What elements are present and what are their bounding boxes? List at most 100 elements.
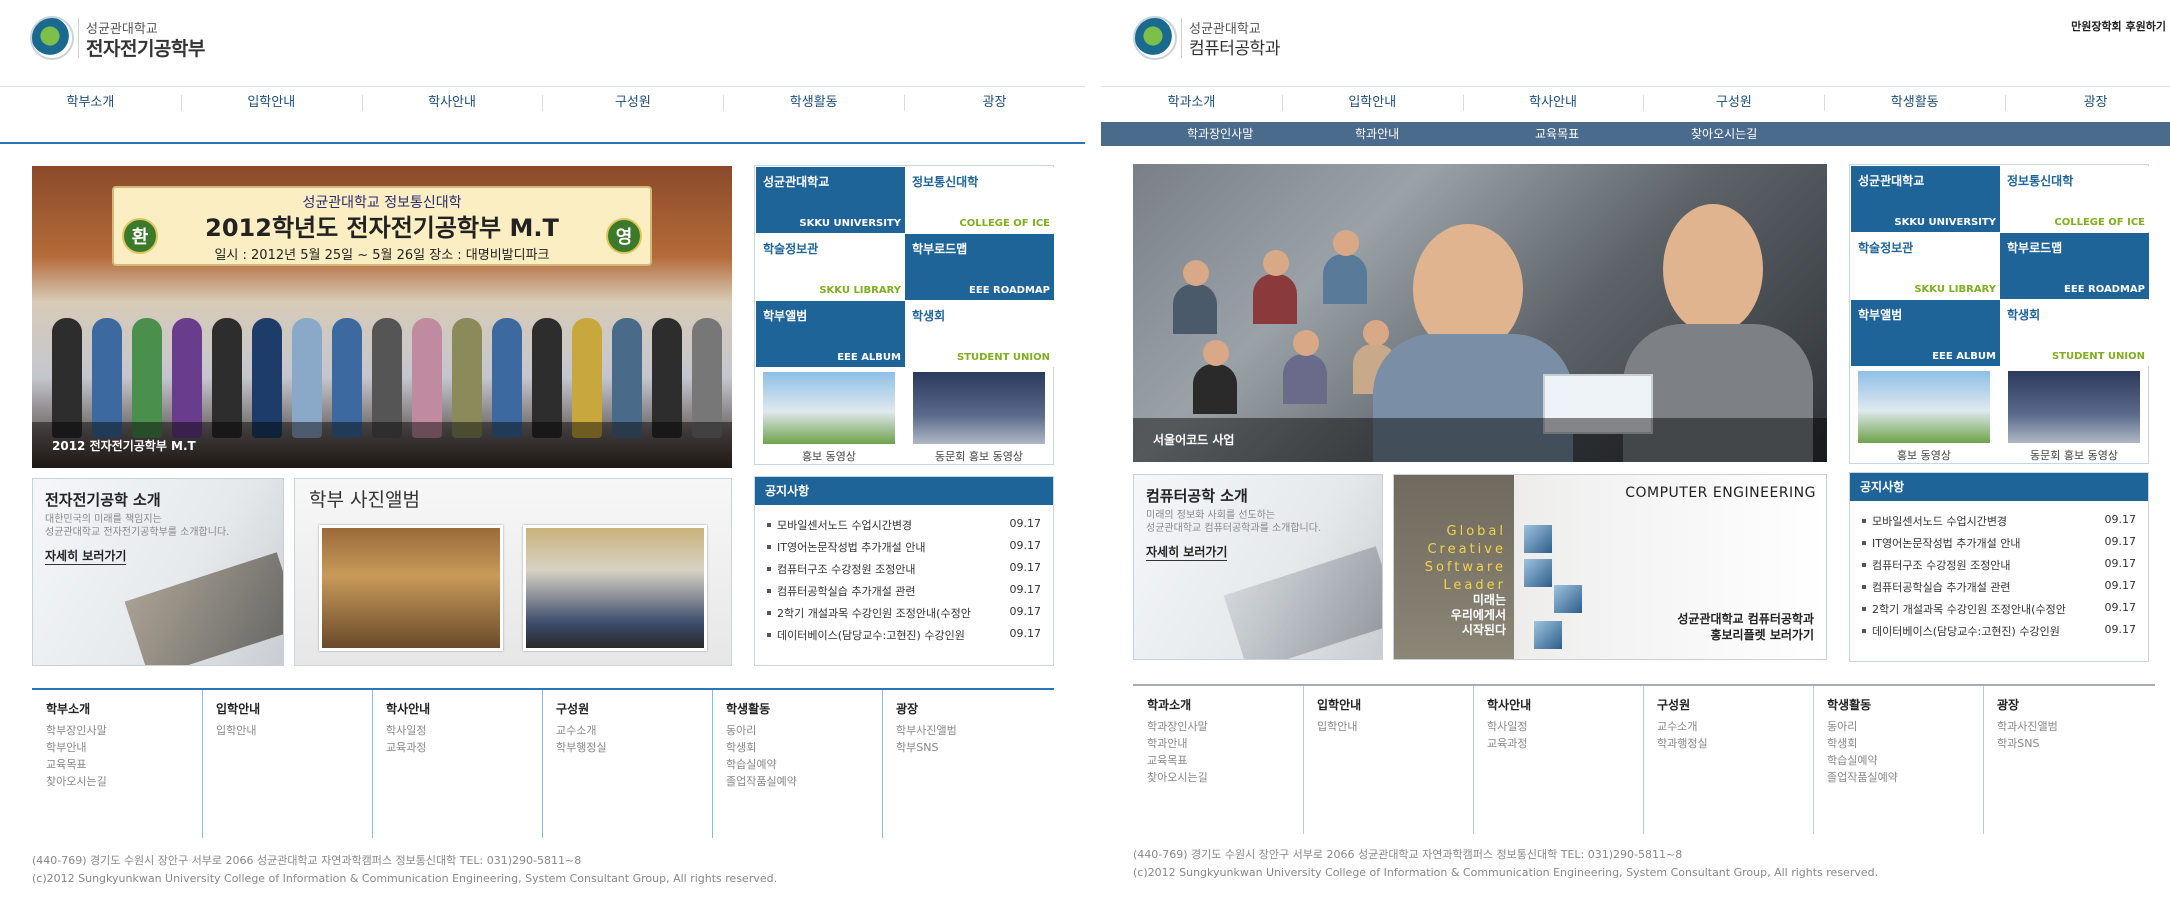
subnav-item-goals[interactable]: 교육목표 — [1535, 122, 1579, 146]
intro-more-link[interactable]: 자세히 보러가기 — [1146, 543, 1228, 561]
notice-row[interactable]: 2학기 개설과목 수강인원 조정안내(수정안 09.17 — [1862, 601, 2140, 623]
footer-link[interactable]: 학부사진앨범 — [896, 722, 957, 738]
footer-col-title[interactable]: 학생활동 — [1827, 696, 1871, 713]
gnb-item-admission[interactable]: 입학안내 — [180, 87, 362, 118]
notice-text[interactable]: 2학기 개설과목 수강인원 조정안내(수정안 — [777, 605, 997, 621]
footer-col-title[interactable]: 학사안내 — [1487, 696, 1531, 713]
footer-link[interactable]: 교육과정 — [386, 739, 426, 755]
footer-col-title[interactable]: 입학안내 — [1317, 696, 1361, 713]
footer-link[interactable]: 졸업작품실예약 — [1827, 769, 1898, 785]
gnb-item-plaza[interactable]: 광장 — [904, 87, 1085, 118]
notice-row[interactable]: 모바일센서노드 수업시간변경 09.17 — [1862, 513, 2140, 535]
footer-col-title[interactable]: 학과소개 — [1147, 696, 1191, 713]
quick-link-library[interactable]: 학술정보관 SKKU LIBRARY — [1851, 233, 2000, 299]
notice-row[interactable]: 데이터베이스(담당교수:고현진) 수강인원 09.17 — [1862, 623, 2140, 645]
promo-video-label[interactable]: 홍보 동영상 — [1858, 447, 1990, 463]
quick-link-roadmap[interactable]: 학부로드맵 EEE ROADMAP — [2000, 233, 2149, 299]
notice-title[interactable]: 공지사항 — [1850, 473, 2148, 501]
department-name[interactable]: 전자전기공학부 — [86, 34, 205, 61]
footer-col-title[interactable]: 학사안내 — [386, 700, 430, 717]
gnb-item-about[interactable]: 학부소개 — [0, 87, 181, 118]
footer-link[interactable]: 학생회 — [1827, 735, 1857, 751]
album-photo[interactable] — [319, 525, 503, 651]
footer-link[interactable]: 졸업작품실예약 — [726, 773, 797, 789]
footer-link[interactable]: 동아리 — [1827, 718, 1857, 734]
footer-link[interactable]: 입학안내 — [216, 722, 256, 738]
notice-text[interactable]: 모바일센서노드 수업시간변경 — [1872, 513, 2092, 529]
quick-link-library[interactable]: 학술정보관 SKKU LIBRARY — [756, 234, 905, 300]
skku-logo-icon[interactable] — [30, 16, 74, 60]
footer-col-title[interactable]: 입학안내 — [216, 700, 260, 717]
gnb-item-activities[interactable]: 학생활동 — [1824, 87, 2005, 118]
footer-link[interactable]: 학생회 — [726, 739, 756, 755]
promo-video-thumb[interactable] — [763, 372, 895, 444]
footer-link[interactable]: 입학안내 — [1317, 718, 1357, 734]
footer-link[interactable]: 학부장인사말 — [46, 722, 107, 738]
quick-link-album[interactable]: 학부앨범 EEE ALBUM — [756, 301, 905, 367]
footer-link[interactable]: 학부안내 — [46, 739, 86, 755]
footer-col-title[interactable]: 학생활동 — [726, 700, 770, 717]
quick-link-roadmap[interactable]: 학부로드맵 EEE ROADMAP — [905, 234, 1054, 300]
notice-text[interactable]: 컴퓨터구조 수강정원 조정안내 — [1872, 557, 2092, 573]
gnb-item-members[interactable]: 구성원 — [1643, 87, 1824, 118]
promo-video-label[interactable]: 홍보 동영상 — [763, 448, 895, 464]
footer-link[interactable]: 학과사진앨범 — [1997, 718, 2058, 734]
dept-intro-card[interactable]: 전자전기공학 소개 대한민국의 미래를 책임지는 성균관대학교 전자전기공학부를 … — [32, 478, 284, 666]
footer-link[interactable]: 교육목표 — [46, 756, 86, 772]
footer-col-title[interactable]: 학부소개 — [46, 700, 90, 717]
alumni-video-thumb[interactable] — [2008, 371, 2140, 443]
footer-link[interactable]: 동아리 — [726, 722, 756, 738]
quick-link-student-union[interactable]: 학생회 STUDENT UNION — [2000, 300, 2149, 366]
footer-link[interactable]: 학사일정 — [386, 722, 426, 738]
notice-text[interactable]: 2학기 개설과목 수강인원 조정안내(수정안 — [1872, 601, 2092, 617]
quick-link-album[interactable]: 학부앨범 EEE ALBUM — [1851, 300, 2000, 366]
department-name[interactable]: 컴퓨터공학과 — [1189, 34, 1280, 59]
quick-link-skku[interactable]: 성균관대학교 SKKU UNIVERSITY — [756, 167, 905, 233]
notice-row[interactable]: 컴퓨터구조 수강정원 조정안내 09.17 — [767, 561, 1045, 583]
footer-col-title[interactable]: 광장 — [1997, 696, 2019, 713]
footer-link[interactable]: 학습실예약 — [726, 756, 777, 772]
footer-link[interactable]: 교육목표 — [1147, 752, 1187, 768]
alumni-video-label[interactable]: 동문회 홍보 동영상 — [913, 448, 1045, 464]
footer-link[interactable]: 학부SNS — [896, 739, 938, 755]
footer-link[interactable]: 학과SNS — [1997, 735, 2039, 751]
footer-col-title[interactable]: 구성원 — [1657, 696, 1690, 713]
alumni-video-thumb[interactable] — [913, 372, 1045, 444]
notice-title[interactable]: 공지사항 — [755, 477, 1053, 505]
subnav-item-greeting[interactable]: 학과장인사말 — [1187, 122, 1253, 146]
notice-text[interactable]: 컴퓨터구조 수강정원 조정안내 — [777, 561, 997, 577]
notice-row[interactable]: 컴퓨터공학실습 추가개설 관련 09.17 — [1862, 579, 2140, 601]
gnb-item-plaza[interactable]: 광장 — [2005, 87, 2170, 118]
gnb-item-about[interactable]: 학과소개 — [1101, 87, 1282, 118]
footer-link[interactable]: 학부행정실 — [556, 739, 607, 755]
skku-logo-icon[interactable] — [1133, 16, 1177, 60]
quick-link-ice[interactable]: 정보통신대학 COLLEGE OF ICE — [905, 167, 1054, 233]
footer-link[interactable]: 찾아오시는길 — [1147, 769, 1208, 785]
footer-link[interactable]: 학과행정실 — [1657, 735, 1708, 751]
notice-text[interactable]: 데이터베이스(담당교수:고현진) 수강인원 — [1872, 623, 2092, 639]
notice-row[interactable]: IT영어논문작성법 추가개설 안내 09.17 — [1862, 535, 2140, 557]
subnav-item-directions[interactable]: 찾아오시는길 — [1691, 122, 1757, 146]
footer-link[interactable]: 교육과정 — [1487, 735, 1527, 751]
promo-video-thumb[interactable] — [1858, 371, 1990, 443]
dept-intro-card[interactable]: 컴퓨터공학 소개 미래의 정보화 사회를 선도하는 성균관대학교 컴퓨터공학과를 … — [1133, 474, 1383, 660]
cse-brochure-card[interactable]: COMPUTER ENGINEERING Global Creative Sof… — [1393, 474, 1827, 660]
footer-col-title[interactable]: 광장 — [896, 700, 918, 717]
notice-row[interactable]: 2학기 개설과목 수강인원 조정안내(수정안 09.17 — [767, 605, 1045, 627]
brochure-link[interactable]: 성균관대학교 컴퓨터공학과 홍보리플렛 보러가기 — [1677, 611, 1814, 643]
notice-row[interactable]: 컴퓨터공학실습 추가개설 관련 09.17 — [767, 583, 1045, 605]
gnb-item-academic[interactable]: 학사안내 — [1462, 87, 1644, 118]
notice-row[interactable]: 컴퓨터구조 수강정원 조정안내 09.17 — [1862, 557, 2140, 579]
album-photo[interactable] — [523, 525, 707, 651]
subnav-item-guide[interactable]: 학과안내 — [1355, 122, 1399, 146]
notice-row[interactable]: 모바일센서노드 수업시간변경 09.17 — [767, 517, 1045, 539]
notice-text[interactable]: 컴퓨터공학실습 추가개설 관련 — [1872, 579, 2092, 595]
quick-link-skku[interactable]: 성균관대학교 SKKU UNIVERSITY — [1851, 166, 2000, 232]
footer-link[interactable]: 학사일정 — [1487, 718, 1527, 734]
photo-album-card[interactable]: 학부 사진앨범 — [294, 478, 732, 666]
notice-text[interactable]: 컴퓨터공학실습 추가개설 관련 — [777, 583, 997, 599]
footer-link[interactable]: 학과안내 — [1147, 735, 1187, 751]
notice-text[interactable]: IT영어논문작성법 추가개설 안내 — [777, 539, 997, 555]
notice-row[interactable]: IT영어논문작성법 추가개설 안내 09.17 — [767, 539, 1045, 561]
footer-col-title[interactable]: 구성원 — [556, 700, 589, 717]
